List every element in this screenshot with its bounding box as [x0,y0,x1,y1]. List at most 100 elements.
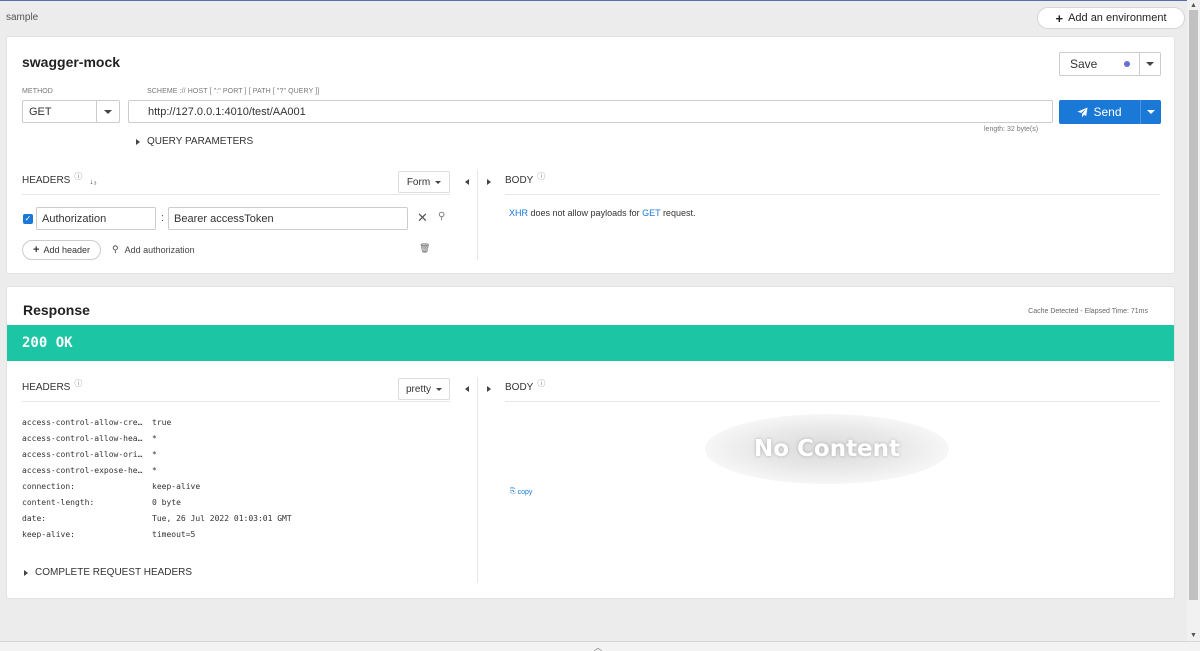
help-icon[interactable]: ⓘ [537,378,545,389]
triangle-right-icon [136,138,140,145]
headers-mode-label: Form [406,176,431,188]
request-headers-heading: HEADERS ⓘ ↓₃ [22,172,97,186]
list-item: connection: keep-alive [22,481,201,491]
send-label: Send [1093,105,1122,119]
caret-down-icon [1146,62,1154,66]
close-icon[interactable]: ✕ [417,210,428,226]
method-select[interactable]: GET [22,100,120,123]
triangle-right-icon [24,569,28,576]
response-panel: Response Cache Detected - Elapsed Time: … [6,286,1175,599]
chevron-up-icon[interactable]: ︿ [594,642,602,651]
method-label: METHOD [22,88,53,95]
caret-down-icon [436,387,442,391]
add-header-label: Add header [43,245,90,255]
complete-request-headers-toggle[interactable]: COMPLETE REQUEST HEADERS [24,567,192,578]
query-parameters-toggle[interactable]: QUERY PARAMETERS [136,136,253,147]
response-headers-heading: HEADERS ⓘ [22,379,82,393]
body-note-text: does not allow payloads for [528,208,643,218]
body-label: BODY [505,175,534,186]
send-button-group: Send [1059,100,1161,124]
status-bar: 200 OK [7,325,1174,361]
header-enabled-checkbox[interactable]: ✓ [23,214,33,224]
copy-icon: ⎘ [510,488,516,495]
triangle-left-icon [465,179,469,185]
add-header-button[interactable]: + Add header [22,240,101,260]
status-text: 200 OK [22,335,73,351]
method-link[interactable]: GET [642,208,660,218]
response-divider [477,377,478,583]
body-label: BODY [505,382,534,393]
list-item: access-control-allow-ori… * [22,449,157,459]
headers-separator [22,401,450,402]
no-content-placeholder: No Content [705,414,949,484]
copy-button[interactable]: ⎘ copy [510,488,532,496]
method-dropdown-toggle[interactable] [97,101,119,122]
add-authorization-button[interactable]: ⚲ Add authorization [112,244,195,255]
url-input[interactable]: http://127.0.0.1:4010/test/AA001 [128,100,1053,123]
list-item: access-control-allow-cre… true [22,417,172,427]
list-item: keep-alive: timeout=5 [22,529,196,539]
key-icon[interactable]: ⚲ [438,211,445,222]
list-item: access-control-allow-hea… * [22,433,157,443]
save-button-group: Save [1059,52,1161,76]
copy-label: copy [517,488,533,496]
list-item: date: Tue, 26 Jul 2022 01:03:01 GMT [22,513,292,523]
headers-label: HEADERS [22,175,71,186]
headers-view-label: pretty [405,383,431,395]
plus-icon: + [33,244,40,256]
send-dropdown-button[interactable] [1141,100,1161,124]
query-parameters-label: QUERY PARAMETERS [147,136,254,147]
headers-label: HEADERS [22,382,71,393]
help-icon[interactable]: ⓘ [74,171,82,182]
response-title: Response [23,302,90,318]
request-title: swagger-mock [22,54,121,70]
headers-mode-dropdown[interactable]: Form [398,171,450,193]
send-button[interactable]: Send [1059,100,1141,124]
body-separator [505,194,1160,195]
help-icon[interactable]: ⓘ [537,171,545,182]
caret-down-icon [435,180,442,184]
triangle-left-icon [465,386,469,392]
body-note-end: request. [660,208,696,218]
bottom-drawer-bar[interactable]: ︿ [0,641,1200,651]
scroll-down-icon[interactable]: ▼ [1190,632,1197,639]
help-icon[interactable]: ⓘ [74,378,82,389]
save-label: Save [1070,57,1098,71]
response-body-heading: BODY ⓘ [505,379,545,393]
collapse-headers-button[interactable] [462,177,472,187]
url-length-note: length: 32 byte(s) [984,126,1039,133]
scroll-up-icon[interactable]: ▲ [1190,2,1197,9]
sort-icon[interactable]: ↓₃ [89,177,96,186]
add-environment-button[interactable]: + Add an environment [1037,7,1185,29]
vertical-scrollbar[interactable]: ▲ ▼ [1187,0,1200,641]
headers-view-dropdown[interactable]: pretty [398,378,450,400]
xhr-link[interactable]: XHR [509,208,528,218]
save-dropdown-button[interactable] [1140,53,1160,75]
triangle-right-icon [487,386,491,392]
complete-request-headers-label: COMPLETE REQUEST HEADERS [35,567,193,578]
triangle-right-icon [487,179,491,185]
header-key-input[interactable]: Authorization [36,207,156,230]
trash-icon[interactable]: 🗑 [419,243,430,254]
list-item: content-length: 0 byte [22,497,181,507]
top-accent-line [0,0,1200,1]
header-value-input[interactable]: Bearer accessToken [168,207,408,230]
scrollbar-thumb[interactable] [1189,10,1198,600]
save-button[interactable]: Save [1060,53,1140,75]
no-content-label: No Content [753,436,901,462]
key-icon: ⚲ [112,244,119,254]
request-divider [477,170,478,260]
body-separator [505,401,1160,402]
unsaved-dot-icon [1124,61,1130,67]
add-environment-label: Add an environment [1068,12,1167,24]
expand-body-button[interactable] [484,384,494,394]
request-panel: swagger-mock Save METHOD SCHEME :// HOST… [6,36,1175,274]
collapse-headers-button[interactable] [462,384,472,394]
expand-body-button[interactable] [484,177,494,187]
header-colon: : [161,212,165,224]
elapsed-time: Cache Detected - Elapsed Time: 71ms [1028,308,1148,315]
headers-separator [22,194,450,195]
environment-name: sample [6,12,39,23]
response-headers-list: access-control-allow-cre… true access-con… [22,414,292,542]
caret-down-icon [1147,110,1155,114]
